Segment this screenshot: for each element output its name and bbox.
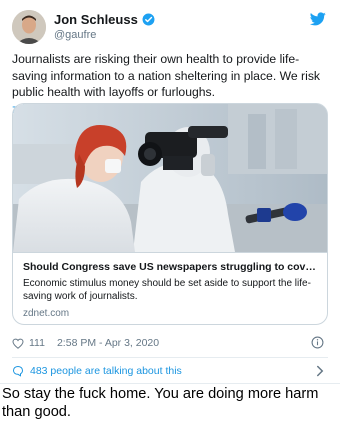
twitter-bird-icon[interactable] xyxy=(310,12,326,26)
tweet-header: Jon Schleuss @gaufre xyxy=(12,10,328,44)
tweet-embed: Jon Schleuss @gaufre Journalists are ris… xyxy=(0,0,340,384)
author-handle[interactable]: @gaufre xyxy=(54,29,155,41)
verified-badge-icon xyxy=(142,13,155,26)
card-title[interactable]: Should Congress save US newspapers strug… xyxy=(23,261,319,273)
card-body[interactable]: Should Congress save US newspapers strug… xyxy=(13,252,327,324)
info-icon[interactable] xyxy=(311,336,324,349)
chevron-right-icon[interactable] xyxy=(316,365,324,377)
conversation-label[interactable]: 483 people are talking about this xyxy=(30,365,182,377)
speech-bubble-icon xyxy=(12,365,24,377)
like-count[interactable]: 111 xyxy=(29,337,45,349)
divider xyxy=(12,357,328,358)
heart-icon[interactable] xyxy=(12,338,24,349)
caption: So stay the fuck home. You are doing mor… xyxy=(2,386,319,420)
author-name[interactable]: Jon Schleuss xyxy=(54,12,138,27)
card-domain: zdnet.com xyxy=(23,308,70,319)
link-card[interactable]: Should Congress save US newspapers strug… xyxy=(12,103,328,325)
author-block[interactable]: Jon Schleuss @gaufre xyxy=(54,12,155,41)
conversation-link[interactable]: 483 people are talking about this xyxy=(12,363,328,379)
tweet-meta: 111 2:58 PM - Apr 3, 2020 xyxy=(12,335,328,351)
card-image[interactable] xyxy=(13,104,328,252)
tweet-body: Journalists are risking their own health… xyxy=(12,52,321,99)
card-description: Economic stimulus money should be set as… xyxy=(23,278,311,302)
avatar[interactable] xyxy=(12,10,46,44)
timestamp[interactable]: 2:58 PM - Apr 3, 2020 xyxy=(57,337,159,349)
